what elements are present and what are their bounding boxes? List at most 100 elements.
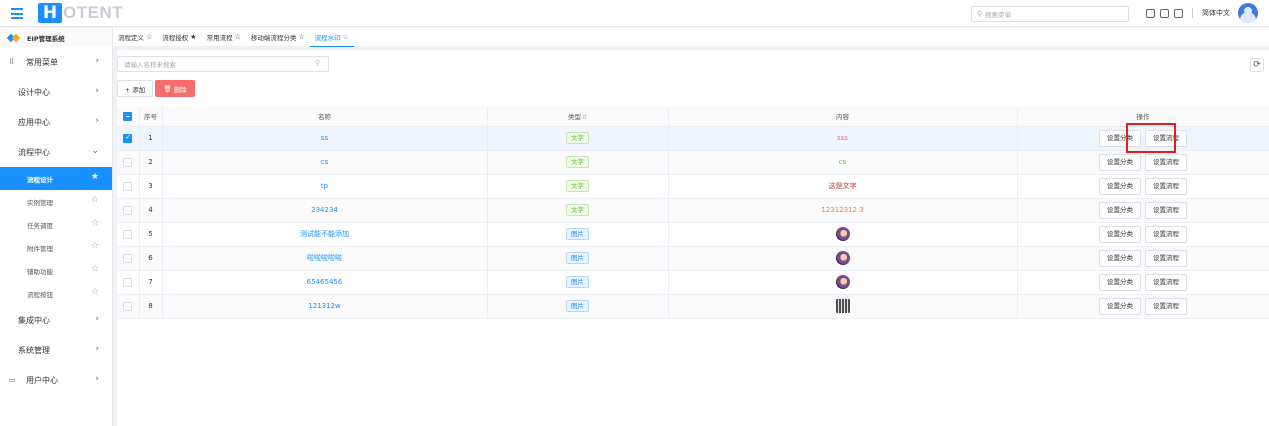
tab-flow-auth[interactable]: 流程授权 ★ bbox=[157, 28, 201, 47]
row-checkbox[interactable] bbox=[123, 253, 133, 263]
row-select-cell[interactable] bbox=[117, 246, 140, 271]
table-row[interactable]: 7 65465456 图片 设置分类 设置流程 bbox=[117, 270, 1269, 295]
star-icon[interactable]: ☆ bbox=[91, 264, 99, 274]
star-icon[interactable]: ☆ bbox=[146, 33, 152, 41]
star-filled-icon[interactable]: ★ bbox=[190, 33, 196, 41]
table-row[interactable]: 4 234234 文字 12312312 3 设置分类 设置流程 bbox=[117, 198, 1269, 223]
table-row[interactable]: 6 啦啦啦啦啦 图片 设置分类 设置流程 bbox=[117, 246, 1269, 271]
sidebar-subitem-flow-buttons[interactable]: 流程按钮 ☆ bbox=[0, 282, 112, 305]
row-select-cell[interactable] bbox=[117, 198, 140, 223]
set-category-button[interactable]: 设置分类 bbox=[1099, 177, 1141, 195]
row-checkbox[interactable] bbox=[123, 157, 133, 167]
select-all-cell[interactable] bbox=[117, 107, 140, 127]
star-filled-icon[interactable]: ★ bbox=[91, 172, 99, 182]
row-checkbox[interactable] bbox=[123, 277, 133, 287]
set-flow-button[interactable]: 设置流程 bbox=[1145, 201, 1187, 219]
menu-toggle-icon[interactable] bbox=[11, 8, 23, 19]
row-content-text: 12312312 3 bbox=[821, 206, 864, 214]
row-checkbox[interactable] bbox=[123, 301, 133, 311]
sidebar-subitem-flow-design[interactable]: 流程设计 ★ bbox=[0, 167, 112, 190]
table-row[interactable]: 3 tp 文字 这是文字 设置分类 设置流程 bbox=[117, 174, 1269, 199]
star-icon[interactable]: ☆ bbox=[91, 287, 99, 297]
sidebar-subitem-auxiliary[interactable]: 辅助功能 ☆ bbox=[0, 259, 112, 282]
table-row[interactable]: 1 ss 文字 sss 设置分类设置流程 bbox=[117, 126, 1269, 151]
row-name-link[interactable]: cs bbox=[321, 158, 329, 166]
message-icon[interactable] bbox=[1174, 8, 1183, 18]
sidebar-item-integration[interactable]: 集成中心 › bbox=[0, 305, 112, 335]
row-name-link[interactable]: tp bbox=[321, 182, 328, 190]
sidebar-item-flow-center[interactable]: 流程中心 ⌄ bbox=[0, 137, 112, 167]
star-icon[interactable]: ☆ bbox=[91, 195, 99, 205]
add-button[interactable]: + 添加 bbox=[117, 80, 153, 97]
row-name-link[interactable]: ss bbox=[321, 134, 328, 142]
sidebar-item-system[interactable]: 系统管理 › bbox=[0, 335, 112, 365]
watermark-qr-thumbnail[interactable] bbox=[835, 299, 850, 313]
set-category-button[interactable]: 设置分类 bbox=[1099, 225, 1141, 243]
fullscreen-icon[interactable] bbox=[1160, 8, 1169, 18]
watermark-image-thumbnail[interactable] bbox=[835, 227, 850, 241]
sidebar-item-user-center[interactable]: ▭ 用户中心 › bbox=[0, 365, 112, 395]
star-icon[interactable]: ☆ bbox=[91, 241, 99, 251]
set-category-button[interactable]: 设置分类 bbox=[1099, 153, 1141, 171]
star-icon[interactable]: ☆ bbox=[91, 218, 99, 228]
row-select-cell[interactable] bbox=[117, 222, 140, 247]
screen-icon[interactable] bbox=[1146, 8, 1155, 18]
sidebar-item-design-center[interactable]: 设计中心 › bbox=[0, 77, 112, 107]
set-flow-button[interactable]: 设置流程 bbox=[1145, 297, 1187, 315]
row-checkbox[interactable] bbox=[123, 205, 133, 215]
set-flow-button[interactable]: 设置流程 bbox=[1145, 225, 1187, 243]
row-name-link[interactable]: 234234 bbox=[311, 206, 338, 214]
row-select-cell[interactable] bbox=[117, 126, 140, 151]
row-name-link[interactable]: 测试能不能添加 bbox=[300, 230, 349, 238]
search-icon[interactable]: ⚲ bbox=[315, 59, 320, 67]
sort-icon[interactable]: ⇵ bbox=[582, 114, 587, 121]
star-icon[interactable]: ☆ bbox=[298, 33, 304, 41]
name-search-input[interactable]: 请输入名称来搜索 ⚲ bbox=[117, 56, 329, 72]
system-header[interactable]: EIP管理系统 bbox=[0, 28, 112, 47]
menu-search-input[interactable]: ⚲ 搜索菜单 bbox=[971, 6, 1129, 22]
table-row[interactable]: 5 测试能不能添加 图片 设置分类 设置流程 bbox=[117, 222, 1269, 247]
row-index: 6 bbox=[139, 246, 163, 271]
row-name-cell: 234234 bbox=[162, 198, 488, 223]
set-flow-button[interactable]: 设置流程 bbox=[1145, 273, 1187, 291]
row-checkbox[interactable] bbox=[123, 181, 133, 191]
set-category-button[interactable]: 设置分类 bbox=[1099, 249, 1141, 267]
set-category-button[interactable]: 设置分类 bbox=[1099, 273, 1141, 291]
row-select-cell[interactable] bbox=[117, 270, 140, 295]
column-header[interactable]: 类型⇵ bbox=[487, 107, 669, 127]
watermark-image-thumbnail[interactable] bbox=[835, 251, 850, 265]
row-name-link[interactable]: 65465456 bbox=[307, 278, 343, 286]
sidebar-subitem-instance[interactable]: 实例管理 ☆ bbox=[0, 190, 112, 213]
user-avatar[interactable] bbox=[1238, 3, 1258, 23]
set-category-button[interactable]: 设置分类 bbox=[1099, 201, 1141, 219]
refresh-button[interactable]: ⟳ bbox=[1250, 58, 1264, 72]
star-icon[interactable]: ☆ bbox=[235, 33, 241, 41]
row-checkbox[interactable] bbox=[123, 229, 133, 239]
row-name-link[interactable]: 121312w bbox=[308, 302, 340, 310]
sidebar-item-app-center[interactable]: 应用中心 › bbox=[0, 107, 112, 137]
sidebar-item-common-menu[interactable]: ⠿ 常用菜单 › bbox=[0, 47, 112, 77]
set-category-button[interactable]: 设置分类 bbox=[1099, 297, 1141, 315]
divider bbox=[1192, 8, 1193, 18]
table-row[interactable]: 2 cs 文字 cs 设置分类 设置流程 bbox=[117, 150, 1269, 175]
watermark-image-thumbnail[interactable] bbox=[835, 275, 850, 289]
star-icon[interactable]: ☆ bbox=[343, 33, 349, 41]
row-name-link[interactable]: 啦啦啦啦啦 bbox=[307, 254, 342, 262]
row-select-cell[interactable] bbox=[117, 294, 140, 319]
sidebar-subitem-task-schedule[interactable]: 任务调度 ☆ bbox=[0, 213, 112, 236]
tab-common-flow[interactable]: 常用流程 ☆ bbox=[202, 28, 246, 47]
table-row[interactable]: 8 121312w 图片 设置分类 设置流程 bbox=[117, 294, 1269, 319]
row-select-cell[interactable] bbox=[117, 150, 140, 175]
set-flow-button[interactable]: 设置流程 bbox=[1145, 249, 1187, 267]
sidebar-subitem-attachment[interactable]: 附件管理 ☆ bbox=[0, 236, 112, 259]
tab-flow-watermark[interactable]: 流程水印 ☆ bbox=[309, 28, 354, 47]
row-checkbox[interactable] bbox=[123, 133, 133, 143]
tab-mobile-flow-category[interactable]: 移动端流程分类 ☆ bbox=[246, 28, 310, 47]
tab-flow-definition[interactable]: 流程定义 ☆ bbox=[113, 28, 157, 47]
set-flow-button[interactable]: 设置流程 bbox=[1145, 177, 1187, 195]
language-switch[interactable]: 简体中文 bbox=[1202, 8, 1230, 18]
set-flow-button[interactable]: 设置流程 bbox=[1145, 153, 1187, 171]
delete-button[interactable]: 🗑 删除 bbox=[155, 80, 195, 97]
row-select-cell[interactable] bbox=[117, 174, 140, 199]
select-all-checkbox[interactable] bbox=[123, 111, 133, 121]
